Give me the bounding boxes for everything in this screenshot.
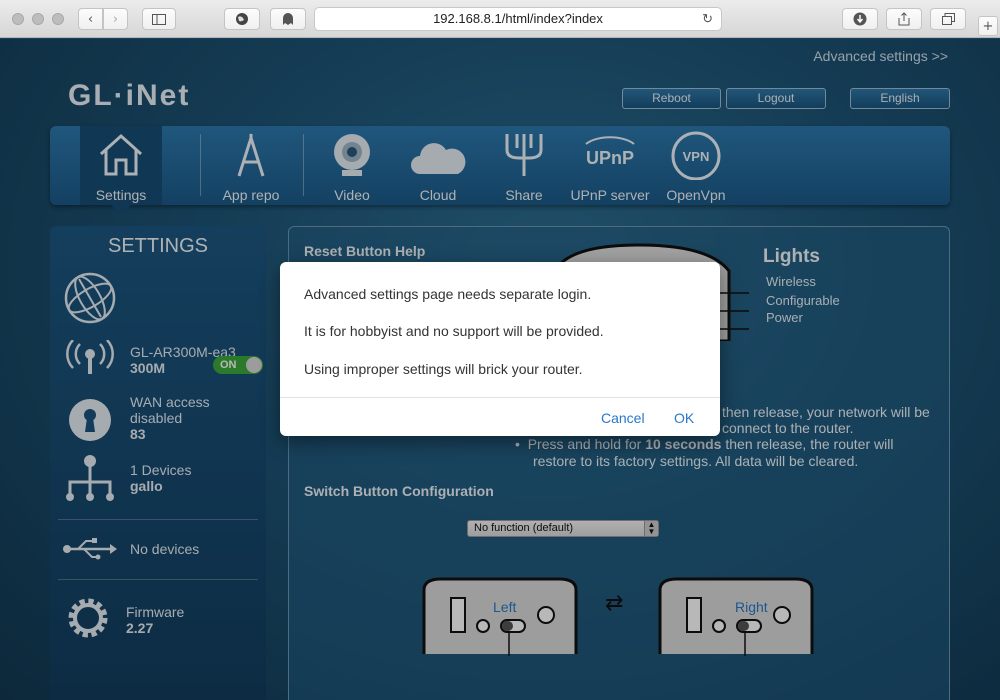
advanced-settings-dialog: Advanced settings page needs separate lo…: [280, 262, 720, 436]
tabs-icon: [941, 13, 955, 25]
share-button[interactable]: [886, 8, 922, 30]
forward-button[interactable]: ›: [103, 8, 128, 30]
download-icon: [853, 12, 867, 26]
dialog-divider: [280, 397, 720, 398]
ghost-icon: [283, 13, 293, 25]
downloads-button[interactable]: [842, 8, 878, 30]
share-icon: [898, 12, 910, 26]
url-text: 192.168.8.1/html/index?index: [433, 11, 603, 26]
minimize-window-button[interactable]: [32, 13, 44, 25]
new-tab-button[interactable]: +: [978, 16, 998, 36]
dialog-line-2: It is for hobbyist and no support will b…: [304, 323, 604, 339]
ok-button[interactable]: OK: [674, 410, 694, 426]
zoom-window-button[interactable]: [52, 13, 64, 25]
reload-icon[interactable]: ↻: [702, 8, 713, 30]
close-window-button[interactable]: [12, 13, 24, 25]
globe-icon: [236, 13, 248, 25]
globe-extension-button[interactable]: [224, 8, 260, 30]
sidebar-toggle-button[interactable]: [142, 8, 176, 30]
back-button[interactable]: ‹: [78, 8, 103, 30]
cancel-button[interactable]: Cancel: [601, 410, 645, 426]
tabs-overview-button[interactable]: [930, 8, 966, 30]
ghost-extension-button[interactable]: [270, 8, 306, 30]
browser-toolbar: ‹ › 192.168.8.1/html/index?index ↻ +: [0, 0, 1000, 38]
sidebar-icon: [152, 13, 166, 25]
dialog-line-3: Using improper settings will brick your …: [304, 361, 583, 377]
dialog-line-1: Advanced settings page needs separate lo…: [304, 286, 592, 302]
address-bar[interactable]: 192.168.8.1/html/index?index ↻: [314, 7, 722, 31]
